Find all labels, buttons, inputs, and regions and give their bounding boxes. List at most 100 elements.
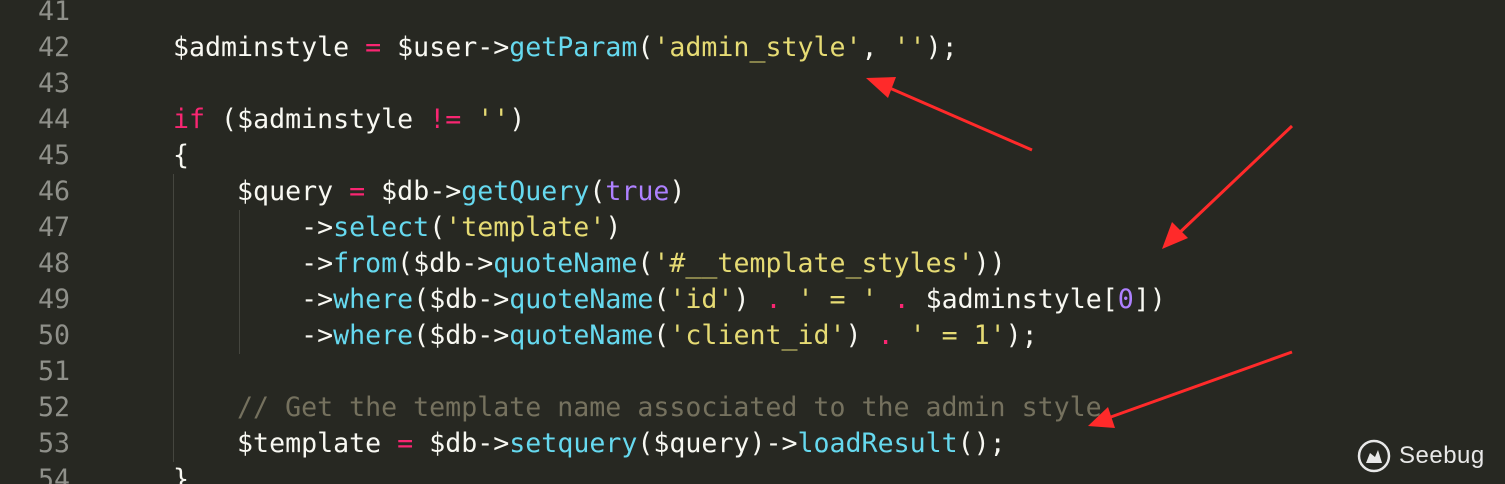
code-text[interactable]: { [173, 138, 189, 174]
code-token: ( [429, 212, 446, 243]
code-token: ' = 1' [909, 320, 1006, 351]
code-token: where [333, 284, 414, 315]
code-token: $db [413, 248, 462, 279]
code-line: 54} [0, 462, 1505, 484]
code-token: 'client_id' [669, 320, 846, 351]
code-token: if [173, 104, 206, 135]
code-token: ( [413, 284, 430, 315]
code-token: -> [301, 320, 334, 351]
line-number: 51 [37, 356, 70, 387]
code-token: ( [205, 104, 238, 135]
code-token: 'admin_style' [653, 32, 862, 63]
code-token: 'template' [445, 212, 606, 243]
line-number: 49 [37, 284, 70, 315]
code-token: $template [237, 428, 382, 459]
code-text[interactable]: ->from($db->quoteName('#__template_style… [173, 246, 1006, 282]
code-text[interactable]: ->select('template') [173, 210, 621, 246]
seebug-watermark: Seebug [1357, 436, 1485, 476]
code-token: (); [957, 428, 1006, 459]
code-text[interactable]: $query = $db->getQuery(true) [173, 174, 685, 210]
code-token: -> [301, 212, 334, 243]
code-token: ) [605, 212, 622, 243]
code-token: '' [893, 32, 926, 63]
code-token: ) [733, 284, 766, 315]
code-token: $adminstyle [925, 284, 1102, 315]
code-token: ( [413, 320, 430, 351]
code-token: ( [637, 248, 654, 279]
code-line: 41 [0, 0, 1505, 30]
code-token: -> [765, 428, 798, 459]
code-token: $adminstyle [237, 104, 414, 135]
code-token: 'id' [669, 284, 734, 315]
code-token: ( [637, 32, 654, 63]
line-number: 50 [37, 320, 70, 351]
code-token: ) [845, 320, 878, 351]
line-number: 42 [37, 32, 70, 63]
code-token: getParam [509, 32, 638, 63]
line-number: 44 [37, 104, 70, 135]
code-token: $query [653, 428, 750, 459]
code-token: setquery [509, 428, 638, 459]
code-text[interactable]: ->where($db->quoteName('id') . ' = ' . $… [173, 282, 1166, 318]
code-token: . [877, 320, 894, 351]
line-number: 47 [37, 212, 70, 243]
code-text[interactable]: if ($adminstyle != '') [173, 102, 525, 138]
code-token: { [173, 140, 190, 171]
indent-guide [173, 174, 174, 462]
line-number: 53 [37, 428, 70, 459]
code-line: 46 $query = $db->getQuery(true) [0, 174, 1505, 210]
code-token: $db [429, 284, 478, 315]
code-token: ( [653, 284, 670, 315]
code-token: ( [637, 428, 654, 459]
code-token: ) [509, 104, 526, 135]
code-token: where [333, 320, 414, 351]
line-number: 43 [37, 68, 70, 99]
line-number: 54 [37, 464, 70, 484]
indent-guide [239, 210, 240, 354]
line-number: 48 [37, 248, 70, 279]
code-token: from [333, 248, 398, 279]
seebug-logo-icon [1357, 439, 1391, 473]
code-text[interactable]: } [173, 462, 189, 484]
code-line: 45 { [0, 138, 1505, 174]
code-token: $user [397, 32, 478, 63]
code-token: = [365, 32, 382, 63]
line-number: 41 [37, 0, 70, 27]
code-token: ]) [1133, 284, 1166, 315]
watermark-text: Seebug [1399, 442, 1485, 469]
code-editor[interactable]: 41 42 $adminstyle = $user->getParam('admin… [0, 0, 1505, 484]
code-text[interactable]: ->where($db->quoteName('client_id') . ' … [173, 318, 1038, 354]
code-text[interactable]: $adminstyle = $user->getParam('admin_sty… [173, 30, 958, 66]
code-line: 44 if ($adminstyle != '') [0, 102, 1505, 138]
code-token: ( [653, 320, 670, 351]
code-token: true [605, 176, 670, 207]
code-token: = [397, 428, 414, 459]
code-token: ) [669, 176, 686, 207]
code-text[interactable]: $template = $db->setquery($query)->loadR… [173, 426, 1006, 462]
code-token: -> [477, 320, 510, 351]
code-token: . [765, 284, 782, 315]
code-token: '#__template_styles' [653, 248, 974, 279]
code-token: [ [1101, 284, 1118, 315]
code-token: getQuery [461, 176, 590, 207]
code-token: -> [429, 176, 462, 207]
code-text[interactable]: // Get the template name associated to t… [173, 390, 1102, 426]
line-number: 46 [37, 176, 70, 207]
code-line: 49 ->where($db->quoteName('id') . ' = ' … [0, 282, 1505, 318]
code-token: )) [973, 248, 1006, 279]
